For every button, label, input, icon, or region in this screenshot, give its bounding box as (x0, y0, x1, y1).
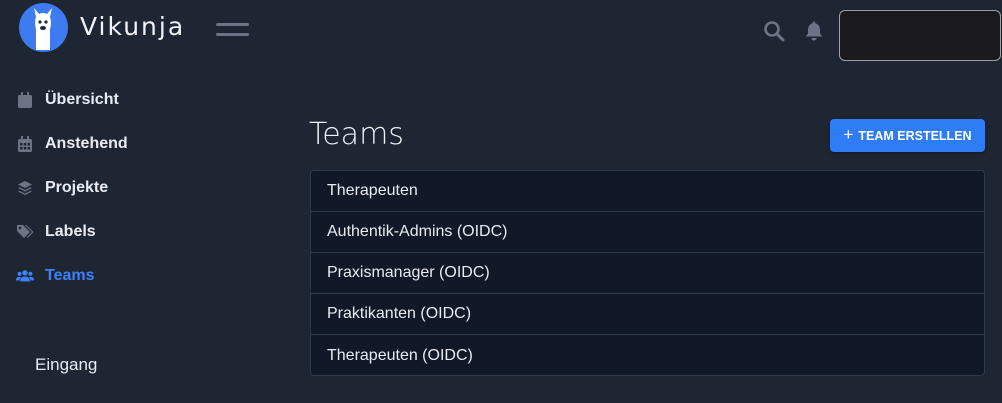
sidebar-item-teams[interactable]: Teams (16, 261, 266, 291)
sidebar-item-labels[interactable]: Labels (16, 217, 266, 247)
team-row[interactable]: Praxismanager (OIDC) (311, 253, 984, 294)
bell-icon[interactable] (804, 20, 824, 42)
users-icon (16, 267, 34, 285)
sidebar-item-label: Teams (45, 267, 95, 284)
sidebar-item-uebersicht[interactable]: Übersicht (16, 85, 266, 115)
team-row[interactable]: Therapeuten (311, 171, 984, 212)
team-row[interactable]: Authentik-Admins (OIDC) (311, 212, 984, 253)
hamburger-line (216, 23, 249, 26)
page-title: Teams (309, 117, 404, 152)
sidebar-item-projekte[interactable]: Projekte (16, 173, 266, 203)
sidebar-item-label: Labels (45, 223, 96, 240)
create-team-button-label: TEAM ERSTELLEN (858, 128, 972, 143)
search-icon[interactable] (763, 20, 785, 42)
sidebar-item-anstehend[interactable]: Anstehend (16, 129, 266, 159)
create-team-button[interactable]: + TEAM ERSTELLEN (830, 119, 985, 152)
calendar-grid-icon (16, 135, 34, 153)
hamburger-line (216, 33, 249, 36)
hamburger-menu-button[interactable] (216, 21, 250, 41)
brand-name[interactable]: Vikunja (80, 12, 185, 41)
team-row[interactable]: Therapeuten (OIDC) (311, 335, 984, 375)
plus-icon: + (843, 125, 854, 144)
top-bar: Vikunja (0, 0, 1002, 62)
sidebar-project-eingang[interactable]: Eingang (35, 355, 97, 375)
team-list: Therapeuten Authentik-Admins (OIDC) Prax… (310, 170, 985, 376)
user-menu-button[interactable] (839, 10, 1001, 61)
calendar-icon (16, 91, 34, 109)
tags-icon (16, 223, 34, 241)
sidebar-item-label: Projekte (45, 179, 109, 196)
vikunja-logo-icon[interactable] (19, 3, 68, 52)
team-row[interactable]: Praktikanten (OIDC) (311, 294, 984, 335)
sidebar-item-label: Anstehend (45, 135, 128, 152)
layers-icon (16, 179, 34, 197)
sidebar-item-label: Übersicht (45, 91, 119, 108)
